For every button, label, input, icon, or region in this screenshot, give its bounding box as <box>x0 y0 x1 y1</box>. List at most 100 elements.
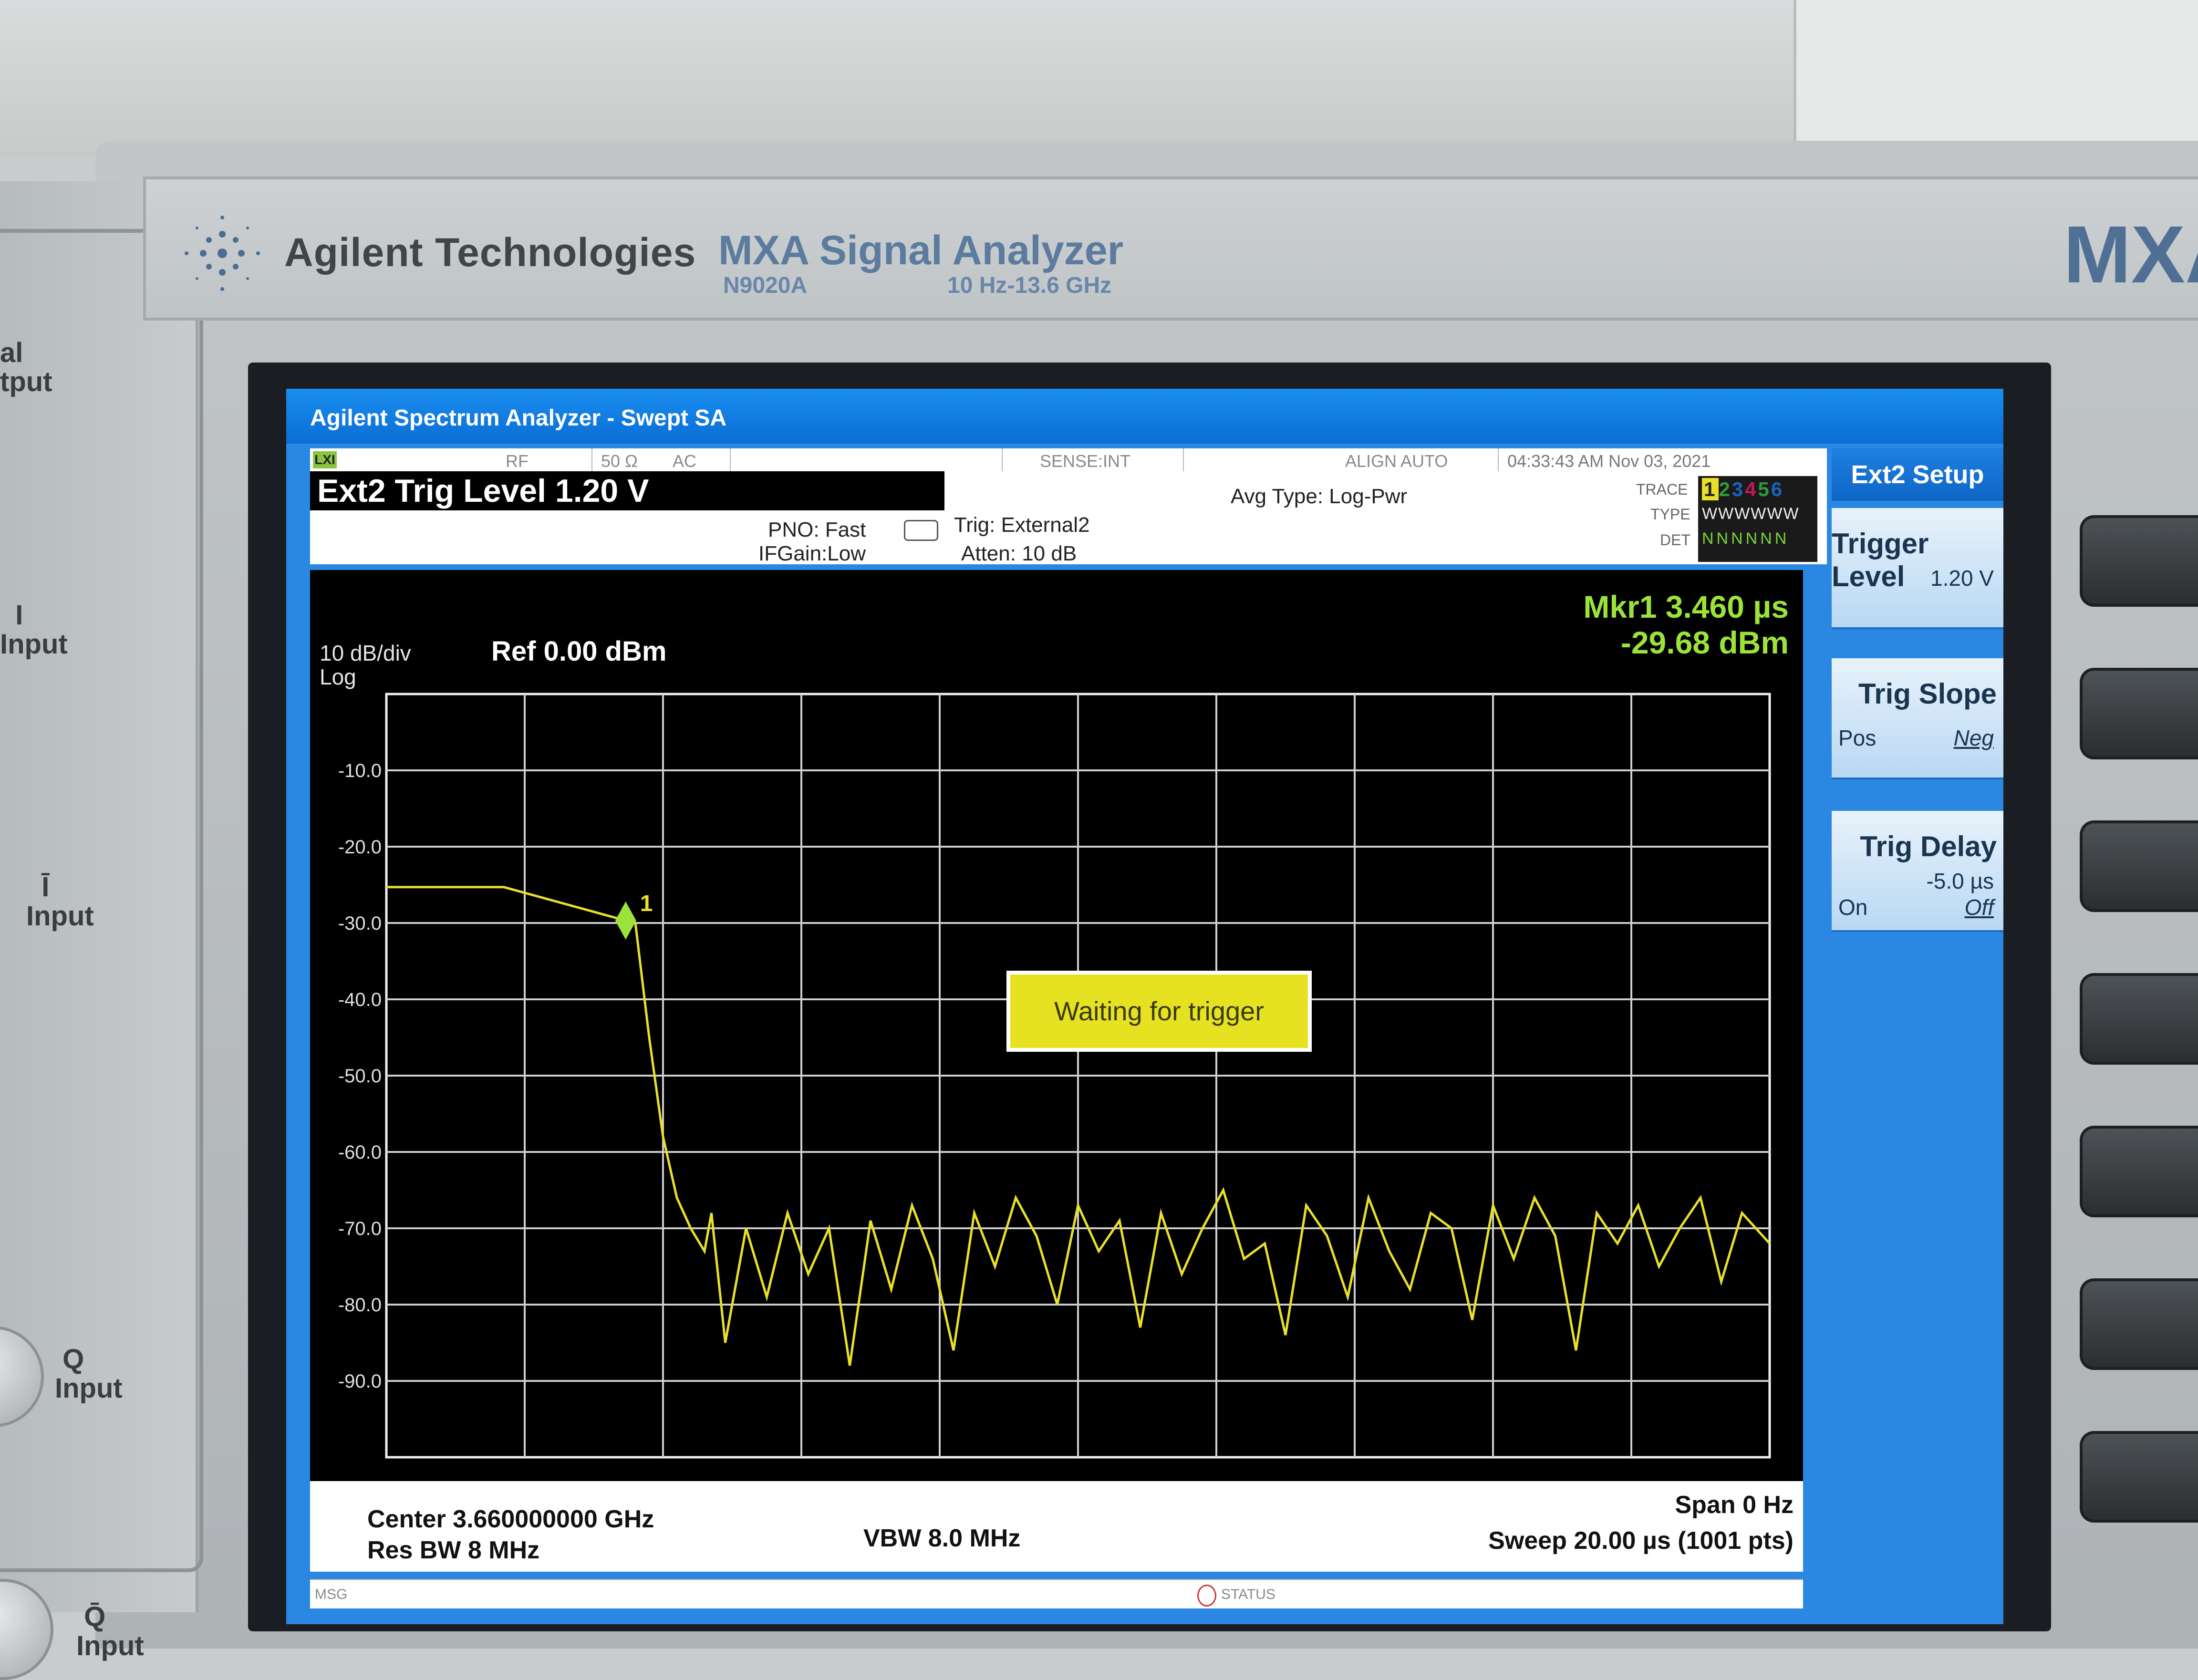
menu-title: Ext2 Setup <box>1832 448 2003 501</box>
status-icon[interactable] <box>1197 1585 1216 1607</box>
delay-on-option: On <box>1838 895 1868 920</box>
frequency-range: 10 Hz-13.6 GHz <box>947 273 1112 298</box>
cal-output-label: al tput <box>0 337 52 397</box>
active-function: Ext2 Trig Level 1.20 V <box>310 471 944 510</box>
trace-indicator: TRACE TYPE DET 123456 WWWWWW NNNNNN <box>1636 476 1817 562</box>
softkey-menu: Ext2 Setup Trigger Level 1.20 V Trig Slo… <box>1832 448 2003 1574</box>
status-divider <box>591 448 592 471</box>
y-tick-label: -20.0 <box>338 837 382 858</box>
instrument-header: Agilent Technologies MXA Signal Analyzer… <box>143 176 2198 321</box>
trace-number: 6 <box>1771 478 1784 500</box>
attenuation: Atten: 10 dB <box>961 542 1077 565</box>
scale-label: 10 dB/div <box>320 641 411 665</box>
scale-type-label: Log <box>320 664 356 689</box>
hw-softkey-1[interactable] <box>2080 515 2198 607</box>
trace-label: TRACE <box>1636 481 1688 498</box>
impedance-indicator: 50 Ω <box>601 451 638 471</box>
status-divider <box>730 448 731 471</box>
sweep-setting: Sweep 20.00 µs (1001 pts) <box>1488 1527 1794 1555</box>
hw-softkey-6[interactable] <box>2080 1278 2198 1370</box>
background-panel <box>1794 0 2198 143</box>
hw-softkey-2[interactable] <box>2080 668 2198 759</box>
model-number: N9020A <box>723 273 808 298</box>
marker-1-label: 1 <box>640 891 653 916</box>
waiting-for-trigger-box: Waiting for trigger <box>1006 971 1312 1052</box>
trace-number: 2 <box>1719 478 1732 500</box>
model-title: MXA Signal Analyzer <box>718 228 1124 273</box>
y-tick-label: -80.0 <box>338 1295 382 1316</box>
measurement-info: Ext2 Trig Level 1.20 V PNO: Fast IFGain:… <box>310 471 1827 565</box>
y-tick-label: -30.0 <box>338 913 382 934</box>
type-label: TYPE <box>1650 506 1690 523</box>
hw-softkey-4[interactable] <box>2080 973 2198 1065</box>
slope-pos-option: Pos <box>1838 726 1877 750</box>
brand-name: Agilent Technologies <box>284 230 696 275</box>
ifgain-setting: IFGain:Low <box>758 542 866 565</box>
center-frequency: Center 3.660000000 GHz <box>367 1505 654 1533</box>
span-setting: Span 0 Hz <box>1675 1491 1794 1519</box>
average-type: Avg Type: Log-Pwr <box>1231 485 1408 508</box>
status-divider <box>1183 448 1184 471</box>
y-tick-label: -60.0 <box>338 1142 382 1163</box>
bottom-settings: Center 3.660000000 GHz Res BW 8 MHz VBW … <box>310 1481 1803 1572</box>
y-tick-label: -90.0 <box>338 1371 382 1392</box>
model-short: MXA <box>2063 209 2198 300</box>
trig-slope-label: Trig Slope <box>1858 678 1997 710</box>
message-bar: MSG STATUS <box>310 1579 1803 1608</box>
marker-1-diamond[interactable] <box>615 901 636 940</box>
status-bar: LXI RF 50 Ω AC SENSE:INT ALIGN AUTO 04:3… <box>310 448 1827 472</box>
status-divider <box>1002 448 1003 471</box>
y-tick-label: -10.0 <box>338 760 382 781</box>
trig-delay-label: Trig Delay <box>1860 830 1997 862</box>
y-tick-label: -40.0 <box>338 989 382 1010</box>
trace-graph: 10 dB/div Log Ref 0.00 dBm Mkr1 3.460 µs… <box>310 570 1803 1534</box>
y-tick-label: -50.0 <box>338 1066 382 1087</box>
date-time: 04:33:43 AM Nov 03, 2021 <box>1507 451 1711 471</box>
window-title: Agilent Spectrum Analyzer - Swept SA <box>310 405 727 431</box>
window-titlebar: Agilent Spectrum Analyzer - Swept SA <box>286 389 2003 444</box>
trigger-level-value: 1.20 V <box>1930 566 1994 591</box>
trig-delay-value: -5.0 µs <box>1926 869 1994 893</box>
i-bar-input-label: Ī Input <box>26 871 94 932</box>
sense-indicator: SENSE:INT <box>1040 451 1131 471</box>
trace-number: 3 <box>1731 478 1745 500</box>
trig-delay-softkey[interactable]: Trig Delay -5.0 µs On Off <box>1832 811 2003 932</box>
y-tick-label: -70.0 <box>338 1218 382 1239</box>
video-bandwidth: VBW 8.0 MHz <box>863 1524 1021 1552</box>
status-divider <box>1498 448 1499 471</box>
trace-numbers: 123456 <box>1702 478 1784 501</box>
left-input-panel: al tput I Input Ī Input Q Input Q̄ Input <box>0 181 203 1680</box>
analyzer-screen: Agilent Spectrum Analyzer - Swept SA LXI… <box>286 389 2003 1624</box>
det-label: DET <box>1660 531 1690 549</box>
hw-softkey-5[interactable] <box>2080 1126 2198 1217</box>
hw-softkey-7[interactable] <box>2080 1431 2198 1523</box>
resolution-bandwidth: Res BW 8 MHz <box>367 1536 540 1564</box>
delay-off-option: Off <box>1964 895 1994 920</box>
trigger-level-softkey[interactable]: Trigger Level 1.20 V <box>1832 508 2003 629</box>
hw-softkey-3[interactable] <box>2080 820 2198 912</box>
trace-number: 1 <box>1702 478 1719 500</box>
reference-level: Ref 0.00 dBm <box>491 636 666 667</box>
status-label[interactable]: STATUS <box>1221 1587 1275 1603</box>
align-indicator: ALIGN AUTO <box>1345 451 1448 471</box>
q-bar-input-label: Q̄ Input <box>76 1601 144 1661</box>
marker-readout-level: -29.68 dBm <box>1621 625 1789 660</box>
rf-indicator: RF <box>506 451 529 471</box>
coupling-indicator: AC <box>673 451 697 471</box>
trigger-source: Trig: External2 <box>954 513 1090 537</box>
q-bar-input-connector[interactable] <box>0 1579 53 1680</box>
trace-number: 5 <box>1758 478 1771 500</box>
i-input-label: I Input <box>0 600 68 660</box>
agilent-spark-icon <box>185 216 260 291</box>
trace-type-row: WWWWWW <box>1702 505 1800 523</box>
sweep-mode-icon <box>904 520 938 541</box>
pno-setting: PNO: Fast <box>768 518 866 541</box>
trig-slope-softkey[interactable]: Trig Slope Pos Neg <box>1832 658 2003 779</box>
trace-number: 4 <box>1745 478 1758 500</box>
waiting-message: Waiting for trigger <box>1054 996 1264 1026</box>
message-label: MSG <box>315 1587 348 1602</box>
marker-readout-time: Mkr1 3.460 µs <box>1583 589 1789 624</box>
slope-neg-option: Neg <box>1953 726 1994 750</box>
hardware-softkeys <box>2061 477 2198 1574</box>
trace-det-row: NNNNNN <box>1702 529 1790 548</box>
